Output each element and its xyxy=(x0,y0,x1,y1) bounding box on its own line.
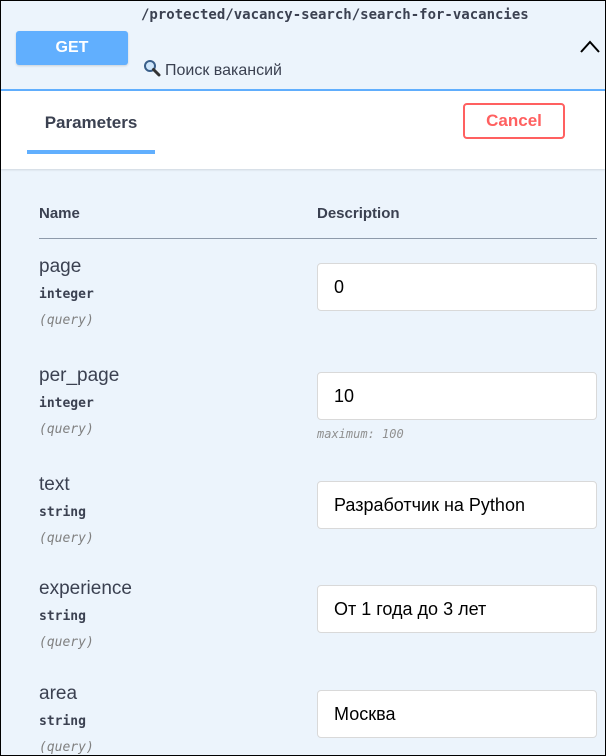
parameter-location: (query) xyxy=(39,422,94,437)
parameter-type: string xyxy=(39,505,86,520)
parameter-type: integer xyxy=(39,396,94,411)
parameter-location: (query) xyxy=(39,313,94,328)
parameter-row-text: text string (query) xyxy=(1,474,605,584)
parameter-name: area xyxy=(39,683,78,704)
name-column-header: Name xyxy=(39,205,80,222)
parameter-location: (query) xyxy=(39,635,94,650)
text-input[interactable] xyxy=(317,481,597,529)
active-tab-indicator xyxy=(27,150,155,154)
magnifier-icon xyxy=(143,59,161,82)
parameter-location: (query) xyxy=(39,740,94,755)
method-badge: GET xyxy=(16,31,128,65)
chevron-up-icon[interactable] xyxy=(579,37,601,57)
parameter-name: text xyxy=(39,474,70,495)
parameter-name: experience xyxy=(39,578,132,599)
parameter-constraint: maximum: 100 xyxy=(317,427,404,441)
summary-text: Поиск вакансий xyxy=(165,61,282,79)
experience-input[interactable] xyxy=(317,585,597,633)
parameter-row-area: area string (query) xyxy=(1,683,605,755)
parameter-type: string xyxy=(39,714,86,729)
operation-summary[interactable]: GET /protected/vacancy-search/search-for… xyxy=(1,1,605,91)
parameter-type: string xyxy=(39,609,86,624)
operation-description: Поиск вакансий xyxy=(143,59,282,82)
tab-parameters[interactable]: Parameters xyxy=(27,91,155,155)
operation-block: GET /protected/vacancy-search/search-for… xyxy=(0,0,606,756)
parameter-row-experience: experience string (query) xyxy=(1,578,605,688)
parameters-header: Parameters Cancel xyxy=(1,91,605,169)
cancel-button[interactable]: Cancel xyxy=(463,103,565,139)
parameter-row-per-page: per_page integer (query) maximum: 100 xyxy=(1,365,605,475)
parameter-name: per_page xyxy=(39,365,120,386)
description-column-header: Description xyxy=(317,205,400,222)
parameter-name: page xyxy=(39,256,82,277)
parameter-row-page: page integer (query) xyxy=(1,256,605,366)
parameter-location: (query) xyxy=(39,531,94,546)
per-page-input[interactable] xyxy=(317,372,597,420)
page-input[interactable] xyxy=(317,263,597,311)
header-divider xyxy=(39,238,597,239)
endpoint-path: /protected/vacancy-search/search-for-vac… xyxy=(141,7,529,23)
parameter-type: integer xyxy=(39,287,94,302)
area-input[interactable] xyxy=(317,690,597,738)
